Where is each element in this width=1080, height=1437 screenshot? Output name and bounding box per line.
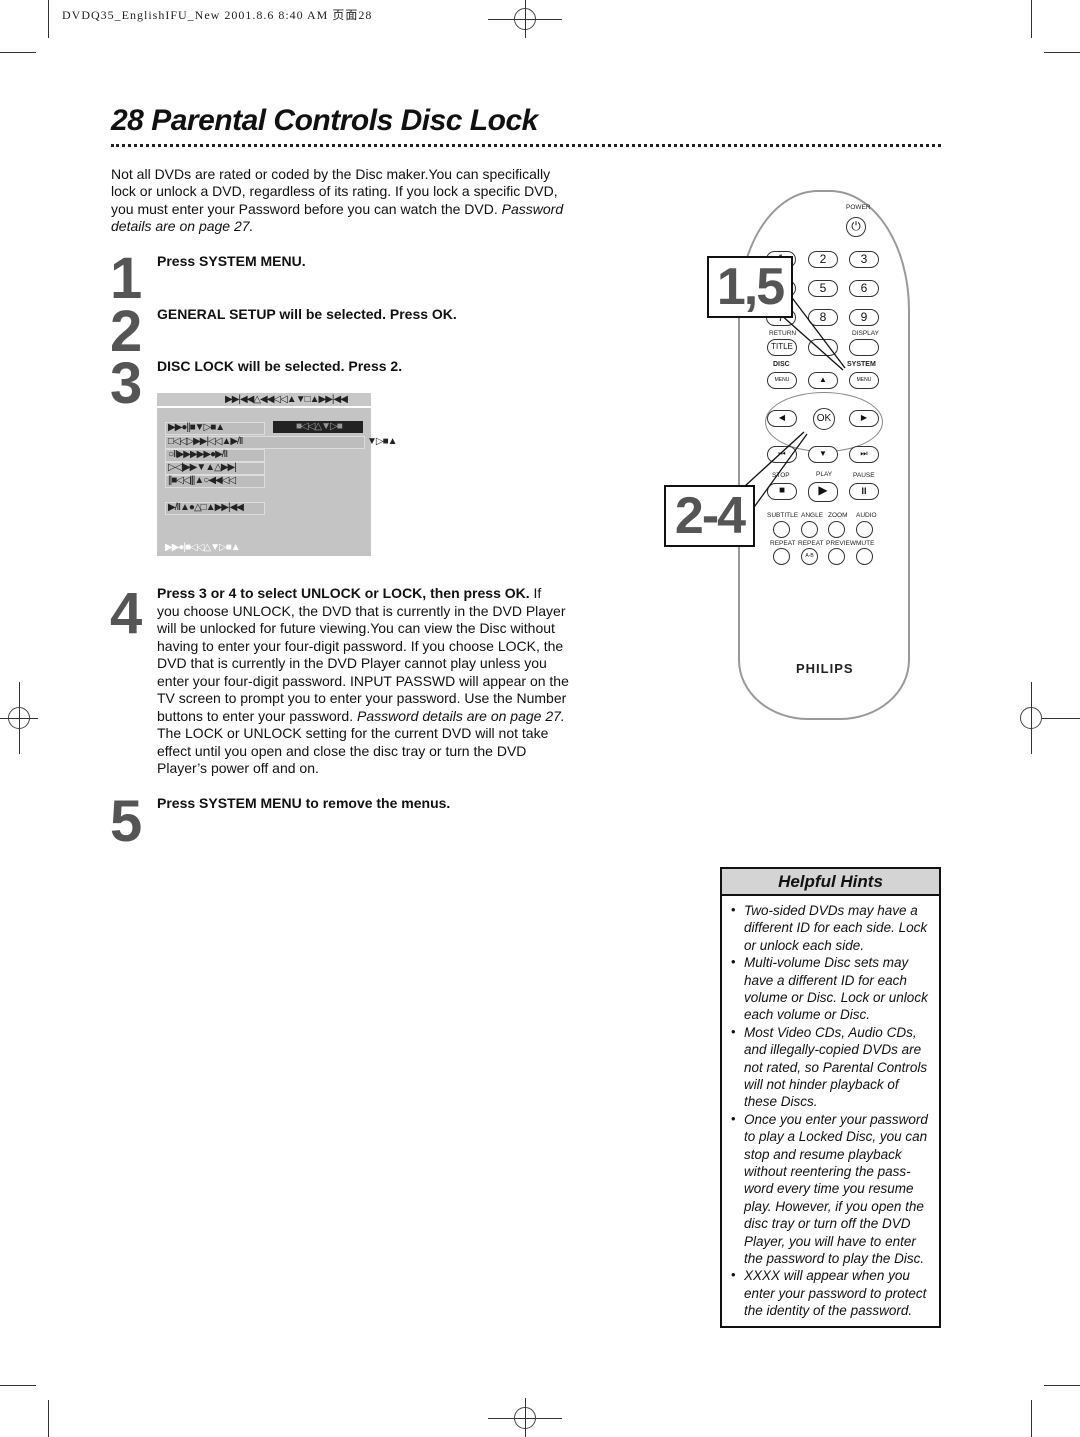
- hint-line: or unlock each side.: [744, 937, 865, 953]
- hint-line: have a different ID for each: [744, 972, 907, 988]
- callout-1-5: 1,5: [707, 256, 793, 318]
- hint-line: stop and resume playback: [744, 1146, 902, 1162]
- hint-line: these Discs.: [744, 1094, 818, 1110]
- hint-line: word every time you resume: [744, 1181, 914, 1197]
- hint-line: the identity of the password.: [744, 1303, 913, 1319]
- hint-line: Multi-volume Disc sets may: [744, 955, 909, 971]
- hint-line: to play a Locked Disc, you can: [744, 1129, 928, 1145]
- hint-line: and illegally-copied DVDs are: [744, 1042, 922, 1058]
- hint-line: not rated, so Parental Controls: [744, 1059, 928, 1075]
- hint-line: XXXX will appear when you: [744, 1268, 910, 1284]
- hint-line: each volume or Disc.: [744, 1007, 871, 1023]
- bullet-icon: •: [731, 902, 736, 917]
- hint-line: disc tray or turn off the DVD: [744, 1216, 911, 1232]
- bullet-icon: •: [731, 1023, 736, 1039]
- bullet-icon: •: [731, 954, 736, 970]
- callout-2-4: 2-4: [664, 485, 755, 547]
- hint-line: Most Video CDs, Audio CDs,: [744, 1024, 917, 1040]
- hint-line: will not hinder playback of: [744, 1077, 899, 1092]
- hint-line: different ID for each side. Lock: [744, 920, 928, 936]
- bullet-icon: •: [731, 1267, 736, 1283]
- bullet-icon: •: [731, 1110, 736, 1126]
- hint-line: Once you enter your password: [744, 1111, 928, 1127]
- helpful-hints-box: Helpful Hints • Two-sided DVDs may have a…: [720, 867, 941, 1328]
- helpful-hints-title: Helpful Hints: [722, 869, 939, 896]
- hint-line: Two-sided DVDs may have a: [744, 903, 918, 918]
- hint-line: play. However, if you open the: [744, 1198, 924, 1214]
- hint-line: enter your password to protect: [744, 1285, 927, 1301]
- hint-line: volume or Disc. Lock or unlock: [744, 990, 928, 1005]
- hint-line: Player, you will have to enter: [744, 1233, 916, 1249]
- hint-line: the password to play the Disc.: [744, 1251, 925, 1266]
- hint-line: without reentering the pass-: [744, 1164, 911, 1179]
